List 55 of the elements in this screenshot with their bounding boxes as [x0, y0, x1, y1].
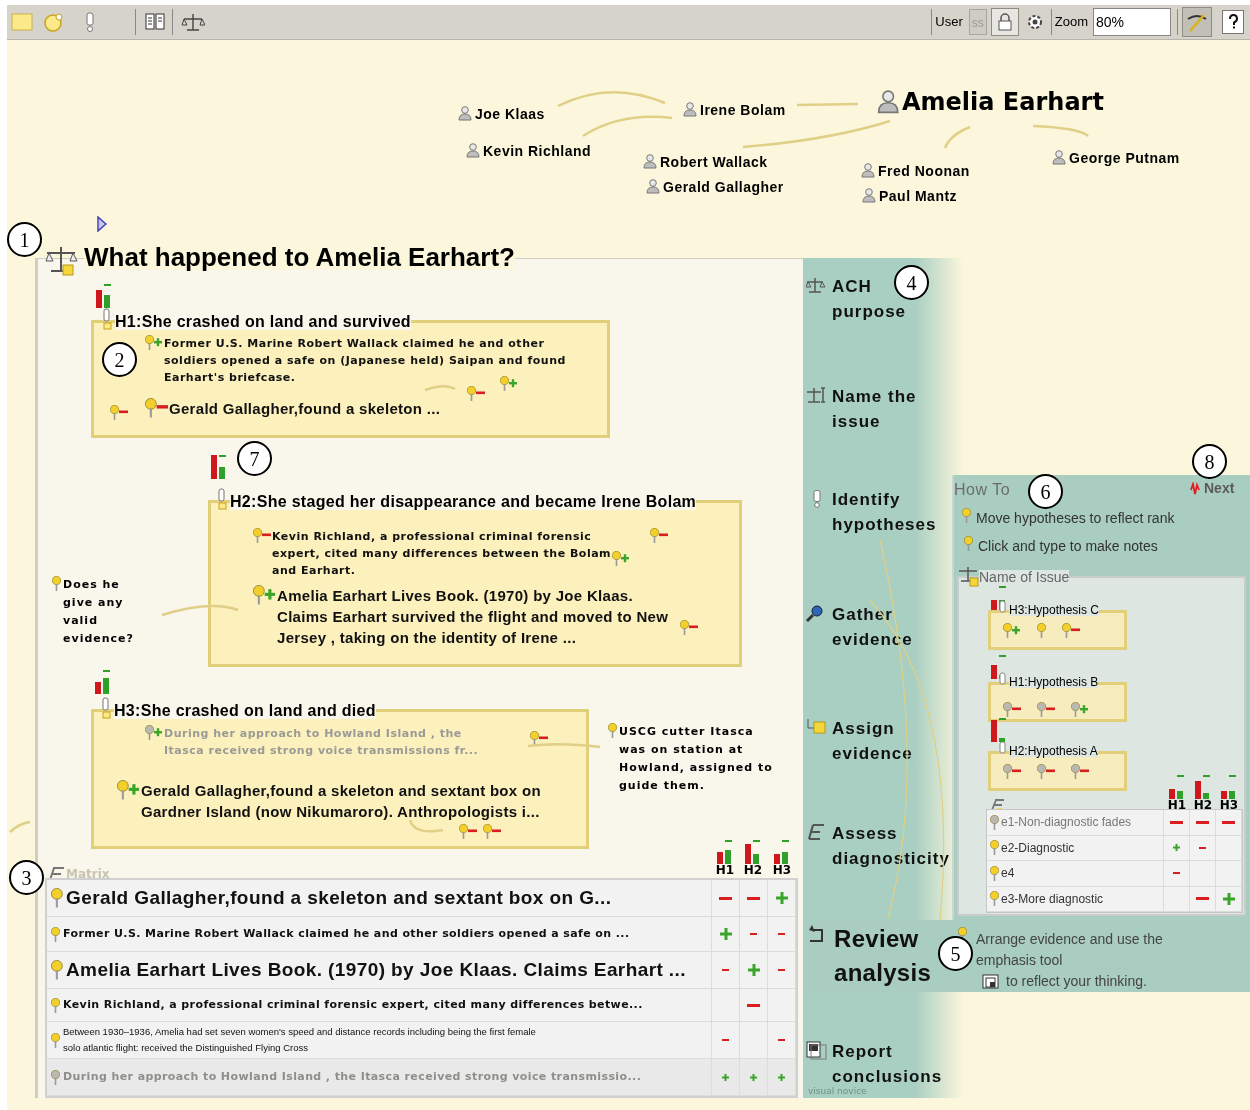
person-name[interactable]: Robert Wallack [660, 155, 768, 169]
column-header: H3 [1219, 799, 1239, 811]
person-name[interactable]: Fred Noonan [878, 164, 970, 178]
note-text[interactable]: USCG cutter Itasca was on station at Howland, assigned to guide them. [619, 723, 778, 795]
hypothesis-title[interactable]: H1:She crashed on land and survived [115, 314, 411, 330]
evidence-text[interactable]: Amelia Earhart Lives Book. (1970) by Joe Klaas. Claims Earhart ... [66, 955, 686, 985]
step-link[interactable]: Assign evidence [806, 716, 950, 766]
hypothesis-title[interactable]: H3:Hypothesis C [1009, 604, 1100, 616]
tip-text: Click and type to make notes [978, 537, 1158, 556]
evidence-text[interactable]: Gerald Gallagher,found a skeleton ... [169, 398, 441, 419]
tip-text: to reflect your thinking. [1006, 972, 1147, 991]
step-link[interactable]: Identify hypotheses [806, 487, 950, 537]
step-link[interactable]: Gather evidence [806, 602, 950, 652]
column-header: H1 [715, 864, 735, 876]
hypothesis-title[interactable]: H3:She crashed on land and died [114, 703, 376, 719]
evidence-text[interactable]: e4 [1001, 864, 1015, 883]
person-name[interactable]: Gerald Gallagher [663, 180, 784, 194]
evidence-text[interactable]: Gerald Gallagher,found a skeleton and sextant box on Gardner Island (now Nikumaroro). Anthropologists i... [141, 780, 577, 822]
hypothesis-title[interactable]: H2:She staged her disappearance and became Irene Bolam [230, 494, 697, 510]
next-link[interactable]: Next [1190, 478, 1235, 499]
step-link[interactable]: Assess diagnosticity [806, 821, 950, 871]
zoom-field[interactable]: 80% [1093, 8, 1171, 36]
evidence-text[interactable]: e2-Diagnostic [1001, 838, 1075, 857]
evidence-text[interactable]: Former U.S. Marine Robert Wallack claimed he and other soldiers opened a safe on (Japanese held) Saipan and found Earhart's briefcase. [164, 335, 575, 386]
column-header: H2 [1193, 799, 1213, 811]
evidence-text[interactable]: e1-Non-diagnostic fades [1001, 813, 1132, 832]
column-header: H1 [1167, 799, 1187, 811]
tip-text: Move hypotheses to reflect rank [976, 509, 1175, 528]
issue-title[interactable]: What happened to Amelia Earhart? [84, 244, 515, 270]
evidence-text[interactable]: Former U.S. Marine Robert Wallack claimed he and other soldiers opened a safe on ... [63, 925, 630, 943]
evidence-text[interactable]: Amelia Earhart Lives Book. (1970) by Joe Klaas. Claims Earhart survived the flight and moved to New Jersey , taking on the identity of Irene ... [277, 585, 683, 648]
panel-title: How To [954, 482, 1011, 498]
column-header: H2 [743, 864, 763, 876]
zoom-label: Zoom [1054, 13, 1088, 32]
evidence-text[interactable]: Kevin Richland, a professional criminal forensic expert, cited many differences betwe... [63, 996, 643, 1014]
evidence-text[interactable]: Gerald Gallagher,found a skeleton and sextant box on G... [66, 883, 612, 913]
person-name[interactable]: Kevin Richland [483, 144, 592, 158]
issue-title[interactable]: Name of Issue [979, 570, 1070, 584]
note-text[interactable]: Does he give any valid evidence? [63, 576, 152, 648]
person-name[interactable]: Irene Bolam [700, 103, 786, 117]
person-name[interactable]: Paul Mantz [879, 189, 958, 203]
hypothesis-title[interactable]: H1:Hypothesis B [1009, 676, 1099, 688]
step-link[interactable]: Review analysis [806, 922, 938, 990]
hypothesis-title[interactable]: H2:Hypothesis A [1009, 745, 1098, 757]
user-label: User [935, 13, 963, 32]
evidence-text[interactable]: Kevin Richland, a professional criminal forensic expert, cited many differences between the Bolam and Earhart. [272, 528, 613, 579]
step-link[interactable]: Name the issue [806, 384, 950, 434]
person-name[interactable]: George Putnam [1069, 151, 1180, 165]
evidence-text[interactable]: Between 1930–1936, Amelia had set seven women's speed and distance records including being the first female solo atlantic flight: received the Distinguished Flying Cross [63, 1024, 543, 1056]
column-header: H3 [772, 864, 792, 876]
step-link[interactable]: Report conclusions [806, 1039, 950, 1089]
person-name[interactable]: Amelia Earhart [902, 90, 1104, 114]
person-name[interactable]: Joe Klaas [475, 107, 545, 121]
matrix-title: Matrix [66, 868, 110, 880]
evidence-text[interactable]: e3-More diagnostic [1001, 889, 1104, 908]
